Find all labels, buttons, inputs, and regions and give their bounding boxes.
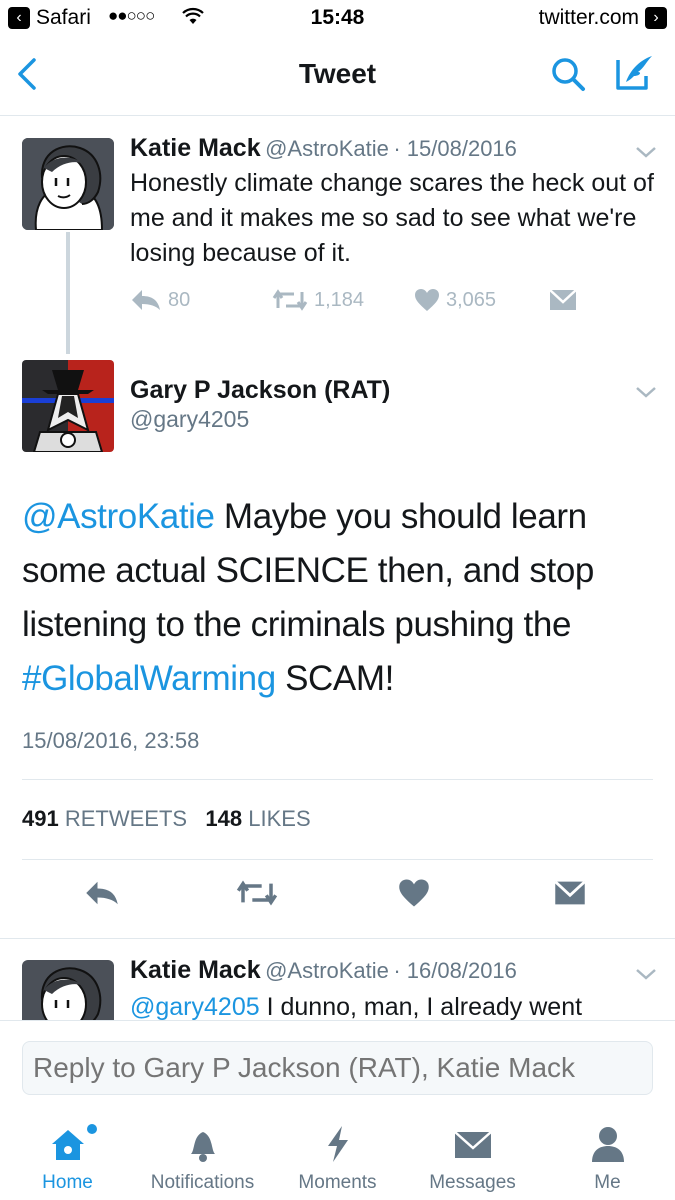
tab-notifications[interactable]: Notifications [135, 1110, 270, 1200]
likes-stat[interactable]: 148 LIKES [205, 806, 310, 831]
tweet-body-part2: SCAM! [275, 659, 394, 698]
reply-action[interactable]: 80 [130, 288, 190, 312]
retweet-icon[interactable] [236, 878, 278, 908]
reply-composer [0, 1020, 675, 1110]
divider [22, 779, 653, 780]
bell-icon [190, 1132, 215, 1162]
avatar-katie-mack[interactable] [22, 138, 114, 230]
envelope-icon [549, 289, 577, 310]
reply-tweet-text: @gary4205 I dunno, man, I already went [130, 990, 660, 1020]
hashtag-link[interactable]: #GlobalWarming [22, 659, 276, 698]
reply-body: I dunno, man, I already went [259, 993, 583, 1020]
author-handle[interactable]: @AstroKatie [265, 136, 389, 161]
status-bar: ‹ Safari ●●○○○ 15:48 twitter.com › [0, 0, 675, 36]
envelope-icon [453, 1131, 492, 1158]
retweets-count: 491 [22, 806, 59, 831]
parent-tweet-header: Katie Mack @AstroKatie · 15/08/2016 [130, 134, 517, 163]
parent-tweet-actions: 80 1,184 3,065 [130, 288, 580, 320]
tab-bar: Home Notifications Moments Messages Me [0, 1110, 675, 1200]
direct-message-action[interactable] [548, 288, 578, 312]
author-name[interactable]: Katie Mack [130, 956, 261, 984]
lightning-icon [327, 1126, 348, 1162]
thread-connector [66, 232, 70, 354]
reply-count: 80 [168, 288, 191, 311]
reply-tweet-header: Katie Mack @AstroKatie · 16/08/2016 [130, 956, 517, 985]
tweet-date: · 15/08/2016 [393, 136, 517, 161]
site-domain: twitter.com [538, 6, 639, 29]
mention-link[interactable]: @gary4205 [130, 993, 260, 1020]
author-handle[interactable]: @AstroKatie [265, 958, 389, 983]
mention-link[interactable]: @AstroKatie [22, 497, 215, 536]
likes-count: 148 [205, 806, 243, 831]
author-name[interactable]: Katie Mack [130, 134, 261, 162]
reply-icon [132, 290, 160, 310]
avatar-katie-mack[interactable] [22, 960, 114, 1020]
author-name-text: Gary P Jackson (RAT) [130, 376, 391, 404]
chevron-down-icon[interactable] [634, 144, 658, 160]
navigation-bar: Tweet [0, 36, 675, 116]
avatar-gary-jackson[interactable] [22, 360, 114, 452]
retweet-count: 1,184 [314, 288, 365, 311]
tab-label: Messages [429, 1172, 516, 1193]
heart-icon [415, 289, 439, 311]
main-tweet-actions [0, 872, 675, 924]
envelope-icon[interactable] [553, 878, 587, 908]
tab-label: Moments [298, 1172, 377, 1193]
tab-messages[interactable]: Messages [405, 1110, 540, 1200]
tab-label: Notifications [150, 1172, 255, 1193]
likes-label: LIKES [248, 806, 311, 831]
tab-home[interactable]: Home [0, 1110, 135, 1200]
compose-tweet-icon[interactable] [612, 52, 656, 94]
divider [0, 938, 675, 939]
chevron-down-icon[interactable] [634, 384, 658, 400]
tab-me[interactable]: Me [540, 1110, 675, 1200]
tweet-stats: 491 RETWEETS 148 LIKES [22, 806, 311, 832]
tweet-date: · 16/08/2016 [393, 958, 517, 983]
divider [22, 859, 653, 860]
main-tweet-text: @AstroKatie Maybe you should learn some … [22, 490, 652, 706]
retweets-label: RETWEETS [64, 806, 188, 831]
forward-to-site-icon[interactable]: › [645, 7, 667, 29]
reply-input[interactable] [22, 1041, 653, 1095]
unread-dot [87, 1124, 97, 1134]
retweets-stat[interactable]: 491 RETWEETS [22, 806, 187, 831]
search-icon[interactable] [548, 54, 588, 94]
home-icon [51, 1130, 84, 1160]
person-icon [591, 1127, 624, 1162]
like-count: 3,065 [446, 288, 497, 311]
parent-tweet-text: Honestly climate change scares the heck … [130, 169, 654, 267]
heart-icon[interactable] [398, 878, 430, 908]
author-name[interactable]: Gary P Jackson (RAT) [130, 376, 390, 405]
retweet-icon [272, 289, 308, 311]
tab-label: Home [42, 1172, 93, 1193]
tab-label: Me [594, 1172, 621, 1193]
chevron-down-icon[interactable] [634, 966, 658, 982]
retweet-action[interactable]: 1,184 [272, 288, 364, 312]
like-action[interactable]: 3,065 [414, 288, 496, 312]
tweet-timestamp: 15/08/2016, 23:58 [22, 728, 200, 753]
author-handle[interactable]: @gary4205 [130, 406, 249, 433]
reply-icon[interactable] [84, 878, 120, 908]
tab-moments[interactable]: Moments [270, 1110, 405, 1200]
